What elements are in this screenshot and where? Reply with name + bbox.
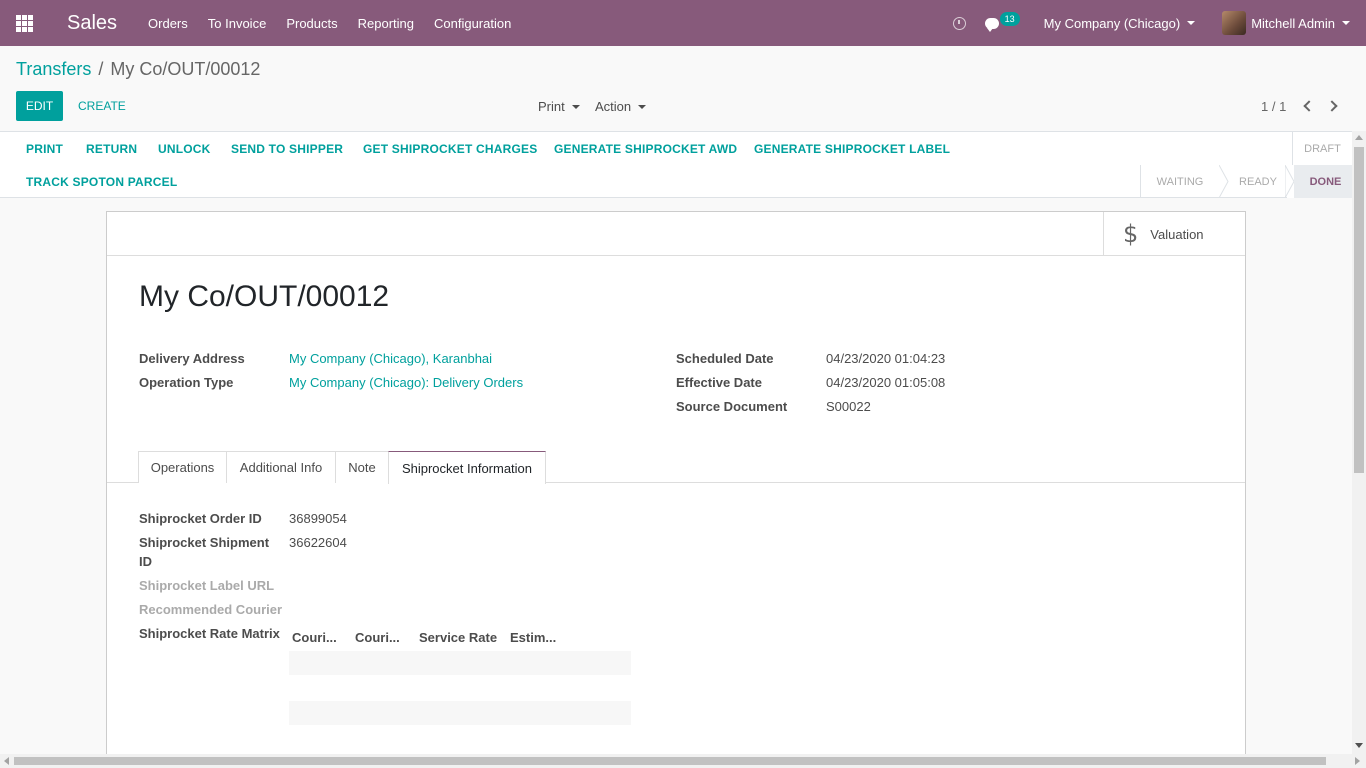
horizontal-scrollbar[interactable] [0, 754, 1366, 768]
shiprocket-shipment-id-label: Shiprocket Shipment [139, 535, 270, 550]
effective-date-label: Effective Date [676, 375, 762, 390]
stage-done: DONE [1294, 165, 1357, 198]
shiprocket-rate-matrix-label: Shiprocket Rate Matrix [139, 626, 280, 641]
form-statusbar: PRINT RETURN UNLOCK SEND TO SHIPPER GET … [0, 131, 1357, 198]
user-name: Mitchell Admin [1251, 15, 1335, 31]
tab-additional-info[interactable]: Additional Info [226, 451, 336, 483]
apps-menu-icon[interactable] [16, 14, 33, 32]
scroll-left-icon[interactable] [4, 757, 9, 765]
shiprocket-label-url-label: Shiprocket Label URL [139, 578, 275, 593]
breadcrumb-separator: / [98, 59, 104, 79]
source-document-value: S00022 [826, 399, 871, 414]
scroll-right-icon[interactable] [1355, 757, 1360, 765]
avatar [1222, 11, 1247, 35]
company-switcher[interactable]: My Company (Chicago) [1044, 16, 1196, 31]
vertical-scrollbar[interactable] [1352, 131, 1366, 754]
action-dropdown[interactable]: Action [595, 99, 647, 114]
create-button[interactable]: CREATE [78, 99, 126, 113]
tab-operations[interactable]: Operations [138, 451, 227, 483]
menu-configuration[interactable]: Configuration [434, 16, 511, 31]
delivery-address-label: Delivery Address [139, 351, 245, 366]
stage-arrow-icon [1219, 165, 1229, 198]
stage-ready: READY [1239, 175, 1277, 188]
unlock-button[interactable]: UNLOCK [158, 142, 211, 156]
caret-down-icon [571, 104, 580, 109]
user-menu[interactable]: Mitchell Admin [1222, 11, 1350, 35]
activity-clock-icon[interactable] [952, 16, 966, 30]
vertical-scroll-thumb[interactable] [1354, 147, 1364, 473]
action-dropdown-label: Action [595, 99, 632, 114]
menu-reporting[interactable]: Reporting [358, 16, 414, 31]
tab-shiprocket-information[interactable]: Shiprocket Information [388, 451, 546, 484]
pager-next-icon[interactable] [1326, 100, 1338, 112]
source-document-label: Source Document [676, 399, 788, 414]
scroll-down-icon[interactable] [1355, 743, 1363, 748]
operation-type-link[interactable]: My Company (Chicago): Delivery Orders [289, 375, 523, 390]
table-row [289, 701, 631, 725]
get-shiprocket-charges-button[interactable]: GET SHIPROCKET CHARGES [363, 142, 537, 156]
valuation-button[interactable]: $ Valuation [1103, 212, 1245, 256]
send-to-shipper-button[interactable]: SEND TO SHIPPER [231, 142, 343, 156]
operation-type-label: Operation Type [139, 375, 234, 390]
messages-button[interactable]: 13 [984, 12, 1020, 32]
recommended-courier-label: Recommended Courier [139, 602, 283, 617]
menu-to-invoice[interactable]: To Invoice [208, 16, 267, 31]
track-spoton-parcel-button[interactable]: TRACK SPOTON PARCEL [26, 175, 177, 189]
chat-bubble-icon [984, 17, 999, 32]
company-name: My Company (Chicago) [1043, 15, 1181, 31]
table-row [289, 651, 631, 675]
record-title: My Co/OUT/00012 [139, 280, 390, 313]
breadcrumb-current: My Co/OUT/00012 [110, 59, 261, 79]
scheduled-date-label: Scheduled Date [676, 351, 774, 366]
caret-down-icon [1342, 21, 1350, 25]
stage-waiting: WAITING [1156, 175, 1204, 188]
app-brand[interactable]: Sales [67, 12, 117, 35]
menu-orders[interactable]: Orders [148, 16, 188, 31]
matrix-header-estimate[interactable]: Estim... [510, 630, 556, 645]
scroll-up-icon[interactable] [1355, 135, 1363, 140]
tab-note[interactable]: Note [335, 451, 389, 483]
generate-shiprocket-awd-button[interactable]: GENERATE SHIPROCKET AWD [554, 142, 737, 156]
shiprocket-shipment-id-value: 36622604 [289, 535, 347, 550]
effective-date-value: 04/23/2020 01:05:08 [826, 375, 946, 390]
print-dropdown[interactable]: Print [538, 99, 580, 114]
breadcrumb-transfers-link[interactable]: Transfers [16, 59, 91, 80]
print-action-button[interactable]: PRINT [26, 142, 63, 156]
valuation-label: Valuation [1150, 226, 1204, 242]
pager-value[interactable]: 1 / 1 [1261, 99, 1286, 114]
horizontal-scroll-thumb[interactable] [14, 757, 1326, 765]
caret-down-icon [638, 104, 647, 109]
matrix-header-service-rate[interactable]: Service Rate [419, 630, 497, 645]
menu-products[interactable]: Products [286, 16, 337, 31]
return-button[interactable]: RETURN [86, 142, 137, 156]
matrix-header-courier-1[interactable]: Couri... [292, 630, 337, 645]
stage-pipeline: WAITING READY DONE [1140, 165, 1357, 198]
generate-shiprocket-label-button[interactable]: GENERATE SHIPROCKET LABEL [754, 142, 950, 156]
edit-button[interactable]: EDIT [16, 91, 63, 121]
main-menu: Orders To Invoice Products Reporting Con… [148, 16, 531, 31]
stage-arrow-icon [1285, 165, 1295, 198]
matrix-header-courier-2[interactable]: Couri... [355, 630, 400, 645]
scheduled-date-value: 04/23/2020 01:04:23 [826, 351, 946, 366]
top-navbar: Sales Orders To Invoice Products Reporti… [0, 0, 1366, 46]
shiprocket-order-id-label: Shiprocket Order ID [139, 511, 262, 526]
breadcrumb: Transfers / My Co/OUT/00012 [16, 59, 260, 80]
dollar-icon: $ [1123, 220, 1139, 248]
delivery-address-link[interactable]: My Company (Chicago), Karanbhai [289, 351, 492, 366]
caret-down-icon [1187, 21, 1196, 25]
shiprocket-order-id-value: 36899054 [289, 511, 347, 526]
messages-count-badge: 13 [999, 12, 1020, 26]
print-dropdown-label: Print [538, 99, 565, 114]
pager-previous-icon[interactable] [1303, 100, 1315, 112]
stage-draft: DRAFT [1292, 132, 1352, 165]
shiprocket-shipment-id-label-cont: ID [139, 554, 152, 569]
notebook-tabs: Operations Additional Info Note Shiprock… [107, 451, 1245, 484]
form-sheet: $ Valuation My Co/OUT/00012 Delivery Add… [106, 211, 1246, 768]
smart-button-box: $ Valuation [107, 212, 1245, 256]
